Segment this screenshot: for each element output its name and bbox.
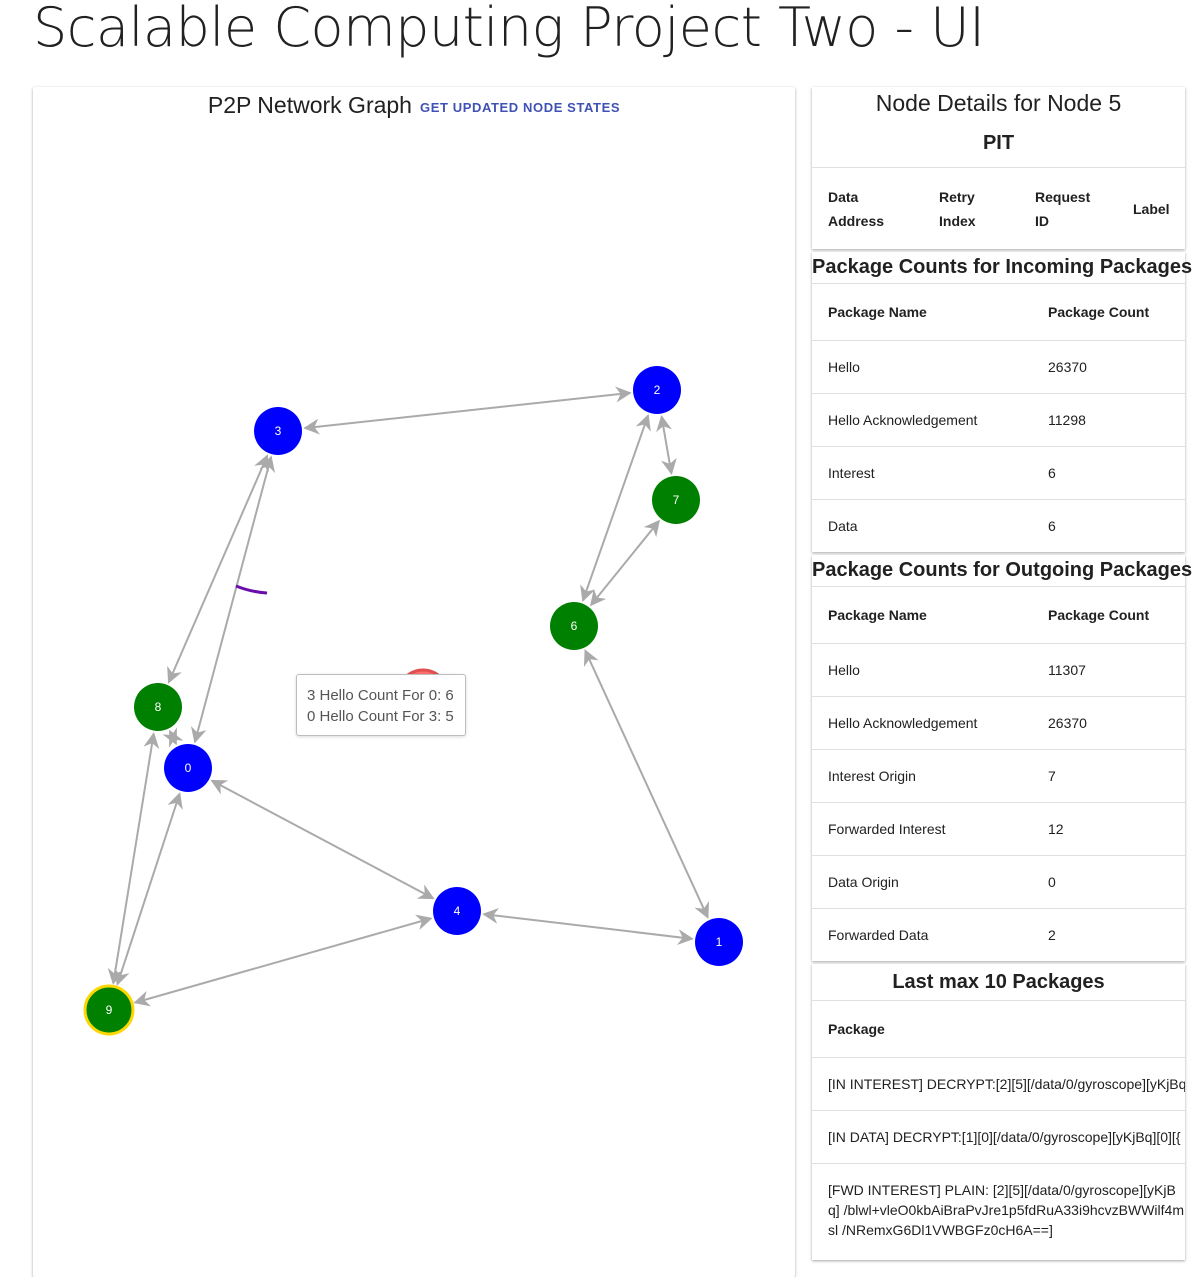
pit-title: PIT [982, 132, 1015, 154]
column-header: Package Count [1048, 607, 1150, 623]
app-title: Scalable Computing Project Two - UI [33, 0, 985, 59]
graph-node-label: 4 [454, 904, 461, 918]
package-name-cell: Interest Origin [828, 768, 916, 784]
graph-node-label: 0 [185, 761, 192, 775]
graph-edge-0-4[interactable] [210, 779, 435, 900]
package-name-cell: Data Origin [828, 874, 899, 890]
pit-table: Data Address Retry Index Request ID Label [812, 167, 1185, 249]
package-cell: [IN DATA] DECRYPT:[1][0][/data/0/gyrosco… [828, 1129, 1181, 1145]
package-name-cell: Data [828, 518, 858, 534]
package-name-cell: Hello Acknowledgement [828, 715, 978, 731]
package-count-cell: 12 [1048, 821, 1064, 837]
graph-node-9[interactable]: 9 [83, 984, 135, 1036]
tooltip-line: 0 Hello Count For 3: 5 [307, 708, 454, 725]
table-row: [FWD INTEREST] PLAIN: [2][5][/data/0/gyr… [812, 1163, 1185, 1261]
details-title: Node Details for Node 5 [875, 90, 1122, 116]
graph-edge-8-9[interactable] [107, 732, 160, 985]
package-count-cell: 26370 [1048, 359, 1087, 375]
column-header: Package Name [828, 304, 927, 320]
pit-column-header: Label [1133, 200, 1170, 217]
outgoing-packages-card: Package Counts for Outgoing Packages Pac… [812, 555, 1192, 961]
graph-node-label: 3 [275, 424, 282, 438]
graph-node-8[interactable]: 8 [134, 683, 182, 731]
package-count-cell: 6 [1048, 465, 1056, 481]
graph-node-0[interactable]: 0 [164, 744, 212, 792]
graph-node-label: 7 [673, 493, 680, 507]
graph-node-label: 1 [716, 935, 723, 949]
graph-edge-8-0[interactable] [162, 727, 184, 748]
pit-column-header: Data Address [828, 188, 885, 229]
graph-node-label: 6 [571, 619, 578, 633]
package-count-cell: 6 [1048, 518, 1056, 534]
table-row: Interest Origin 7 [812, 749, 1185, 803]
graph-edge-2-7[interactable] [656, 415, 677, 475]
package-count-cell: 26370 [1048, 715, 1087, 731]
graph-edge-4-9[interactable] [133, 914, 433, 1007]
outgoing-title: Package Counts for Outgoing Packages [812, 559, 1192, 581]
package-count-cell: 11307 [1048, 662, 1086, 678]
incoming-packages-table: Package Name Package Count Hello 26370 Hel… [812, 283, 1185, 552]
column-header: Package Count [1048, 304, 1150, 320]
table-row: Data 6 [812, 499, 1185, 553]
table-row: Data Origin 0 [812, 855, 1185, 909]
table-row: Hello 11307 [812, 643, 1185, 697]
graph-edge-4-1[interactable] [482, 907, 694, 946]
package-name-cell: Hello [828, 662, 860, 678]
edge-hover-indicator [235, 584, 268, 595]
incoming-title: Package Counts for Incoming Packages [812, 256, 1192, 278]
package-name-cell: Hello Acknowledgement [828, 412, 978, 428]
graph-edge-6-1[interactable] [583, 649, 710, 919]
table-row: Hello 26370 [812, 340, 1185, 394]
column-header: Package Name [828, 607, 927, 623]
graph-edge-0-9[interactable] [114, 792, 183, 986]
pit-card: Node Details for Node 5 PIT Data Address … [812, 87, 1185, 249]
network-graph-panel: P2P Network Graph GET UPDATED NODE STATE… [33, 87, 795, 1277]
last-packages-table: Package [IN INTEREST] DECRYPT:[2][5][/da… [812, 1000, 1185, 1260]
table-row: Interest 6 [812, 446, 1185, 500]
graph-node-label: 2 [654, 383, 661, 397]
package-name-cell: Forwarded Data [828, 927, 929, 943]
package-name-cell: Forwarded Interest [828, 821, 946, 837]
node-details-panel: Node Details for Node 5 PIT Data Address … [812, 87, 1192, 1260]
outgoing-packages-table: Package Name Package Count Hello 11307 Hel… [812, 586, 1185, 961]
graph-edge-3-8[interactable] [167, 454, 269, 684]
graph-node-label: 9 [106, 1003, 113, 1017]
table-row: [IN INTEREST] DECRYPT:[2][5][/data/0/gyr… [812, 1057, 1185, 1111]
table-row: [IN DATA] DECRYPT:[1][0][/data/0/gyrosco… [812, 1110, 1185, 1164]
package-count-cell: 11298 [1048, 412, 1086, 428]
last-packages-title: Last max 10 Packages [892, 971, 1105, 993]
graph-node-1[interactable]: 1 [695, 918, 743, 966]
graph-edge-2-6[interactable] [580, 413, 651, 603]
graph-edge-3-2[interactable] [303, 386, 632, 435]
package-count-cell: 2 [1048, 927, 1056, 943]
package-count-cell: 0 [1048, 874, 1056, 890]
pit-column-header: Request ID [1035, 188, 1091, 229]
package-count-cell: 7 [1048, 768, 1056, 784]
edge-tooltip: 3 Hello Count For 0: 6 0 Hello Count For… [296, 674, 466, 736]
tooltip-line: 3 Hello Count For 0: 6 [307, 687, 454, 704]
package-name-cell: Hello [828, 359, 860, 375]
graph-node-4[interactable]: 4 [433, 887, 481, 935]
table-row: Forwarded Interest 12 [812, 802, 1185, 856]
column-header: Package [828, 1021, 885, 1037]
incoming-packages-card: Package Counts for Incoming Packages Pac… [812, 252, 1192, 552]
package-name-cell: Interest [828, 465, 875, 481]
package-cell: [FWD INTEREST] PLAIN: [2][5][/data/0/gyr… [828, 1182, 1184, 1238]
graph-node-2[interactable]: 2 [633, 366, 681, 414]
graph-node-6[interactable]: 6 [550, 602, 598, 650]
table-row: Forwarded Data 2 [812, 908, 1185, 962]
package-cell: [IN INTEREST] DECRYPT:[2][5][/data/0/gyr… [828, 1076, 1185, 1092]
graph-node-3[interactable]: 3 [254, 407, 302, 455]
graph-edge-3-0[interactable] [190, 455, 276, 744]
graph-node-label: 8 [155, 700, 162, 714]
graph-node-7[interactable]: 7 [652, 476, 700, 524]
table-row: Hello Acknowledgement 26370 [812, 696, 1185, 750]
last-packages-card: Last max 10 Packages Package [IN INTERES… [812, 964, 1185, 1260]
pit-column-header: Retry Index [939, 188, 976, 229]
table-row: Hello Acknowledgement 11298 [812, 393, 1185, 447]
graph-edge-7-6[interactable] [589, 519, 661, 607]
